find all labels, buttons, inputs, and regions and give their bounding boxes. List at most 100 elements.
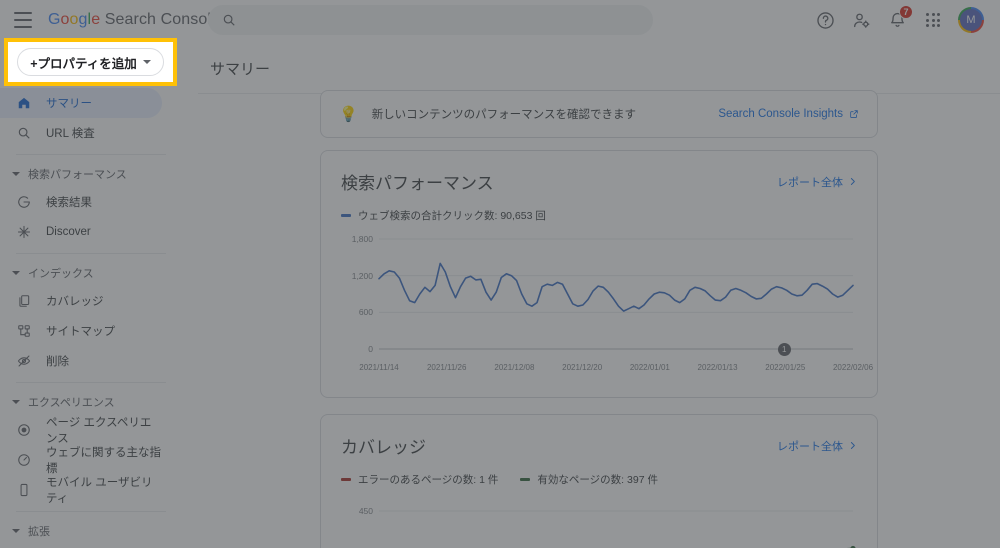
sidebar-item-sitemaps[interactable]: サイトマップ <box>0 316 162 346</box>
add-property-highlight: +プロパティを追加 <box>4 38 177 86</box>
sidebar: +プロパティを追加 サマリー URL 検査 検索パフォーマンス <box>0 40 180 548</box>
sidebar-item-label: カバレッジ <box>46 296 104 308</box>
mobile-icon <box>16 482 32 498</box>
insights-banner: 💡 新しいコンテンツのパフォーマンスを確認できます Search Console… <box>320 90 878 138</box>
add-property-label: +プロパティを追加 <box>30 56 137 71</box>
search-input[interactable] <box>246 13 626 27</box>
home-icon <box>16 95 32 111</box>
sidebar-item-label: 削除 <box>46 356 69 368</box>
sidebar-section-experience[interactable]: エクスペリエンス <box>0 389 180 415</box>
sidebar-item-label: 検索結果 <box>46 197 92 209</box>
sidebar-divider <box>16 253 166 254</box>
legend-item-errors: エラーのあるページの数: 1 件 <box>341 472 498 487</box>
help-icon[interactable] <box>814 9 836 31</box>
brand-letter: e <box>91 11 101 28</box>
discover-icon <box>16 224 32 240</box>
legend-swatch <box>341 478 351 481</box>
main-content: サマリー 💡 新しいコンテンツのパフォーマンスを確認できます Search Co… <box>180 40 1000 548</box>
sidebar-item-label: ページ エクスペリエンス <box>46 417 152 445</box>
coverage-report-link[interactable]: レポート全体 <box>777 438 857 454</box>
sidebar-divider <box>16 154 166 155</box>
card-title: カバレッジ <box>341 438 426 457</box>
sidebar-section-label: インデックス <box>28 268 94 280</box>
sidebar-item-label: Discover <box>46 226 91 238</box>
sidebar-section-label: 拡張 <box>28 526 50 538</box>
sidebar-item-summary[interactable]: サマリー <box>0 88 162 118</box>
x-axis-tick: 2022/02/06 <box>832 363 874 372</box>
add-property-button-highlighted[interactable]: +プロパティを追加 <box>17 48 164 76</box>
account-settings-icon[interactable] <box>850 9 872 31</box>
lightbulb-icon: 💡 <box>339 106 358 123</box>
chevron-down-icon <box>12 529 20 533</box>
card-header: カバレッジ レポート全体 <box>341 433 857 458</box>
sidebar-section-search-performance[interactable]: 検索パフォーマンス <box>0 161 180 187</box>
app-header: Google Search Console 7 M <box>0 0 1000 40</box>
search-bar[interactable] <box>208 5 653 35</box>
legend-label: 有効なページの数: 397 件 <box>537 474 658 486</box>
report-link-label: レポート全体 <box>777 176 843 189</box>
sidebar-item-page-experience[interactable]: ページ エクスペリエンス <box>0 415 162 445</box>
chevron-down-icon <box>12 271 20 275</box>
x-axis-tick: 2021/12/20 <box>562 363 603 372</box>
chevron-right-icon <box>850 178 855 185</box>
app-root: Google Search Console 7 M サマリー URL 検査 検索… <box>0 0 1000 548</box>
y-axis-tick: 450 <box>358 506 373 516</box>
sidebar-divider <box>16 382 166 383</box>
header-icon-group: 7 M <box>814 0 992 40</box>
chart-annotation-marker[interactable]: 1 <box>777 342 791 356</box>
search-console-insights-link[interactable]: Search Console Insights <box>718 108 859 120</box>
sidebar-item-removals[interactable]: 削除 <box>0 346 162 376</box>
insights-link-label: Search Console Insights <box>718 108 843 120</box>
brand-suffix: Search Console <box>100 11 220 28</box>
sidebar-item-breadcrumbs[interactable]: パンくずリスト <box>0 544 162 548</box>
x-axis-tick: 2022/01/13 <box>697 363 738 372</box>
y-axis-tick: 600 <box>358 307 373 318</box>
brand-letter: o <box>60 11 70 28</box>
brand-letter: G <box>48 11 61 28</box>
x-axis-tick: 2021/11/14 <box>359 363 399 372</box>
sitemap-icon <box>16 323 32 339</box>
y-axis-tick: 1,200 <box>351 270 373 281</box>
hidden-eye-icon <box>16 353 32 369</box>
legend-item-valid: 有効なページの数: 397 件 <box>520 472 658 487</box>
legend-label: ウェブ検索の合計クリック数: 90,653 回 <box>358 210 546 222</box>
search-icon <box>16 125 32 141</box>
target-icon <box>16 422 32 438</box>
notifications-icon[interactable]: 7 <box>886 5 913 31</box>
legend-swatch <box>520 478 531 481</box>
coverage-card: カバレッジ レポート全体 エラーのあるページの数: 1 件 有効なページの数: … <box>320 414 878 548</box>
performance-legend: ウェブ検索の合計クリック数: 90,653 回 <box>341 208 857 223</box>
performance-report-link[interactable]: レポート全体 <box>777 174 857 190</box>
sidebar-item-core-web-vitals[interactable]: ウェブに関する主な指標 <box>0 445 162 475</box>
coverage-chart[interactable]: 300450 <box>341 497 857 548</box>
sidebar-item-label: サマリー <box>46 98 92 110</box>
sidebar-item-label: モバイル ユーザビリティ <box>46 477 153 505</box>
pages-icon <box>16 293 32 309</box>
sidebar-item-search-results[interactable]: 検索結果 <box>0 187 162 217</box>
report-link-label: レポート全体 <box>777 440 843 453</box>
sidebar-item-coverage[interactable]: カバレッジ <box>0 286 162 316</box>
search-performance-card: 検索パフォーマンス レポート全体 ウェブ検索の合計クリック数: 90,653 回… <box>320 150 878 398</box>
sidebar-section-enhancements[interactable]: 拡張 <box>0 518 180 544</box>
chevron-right-icon <box>850 442 855 449</box>
search-icon <box>223 14 235 26</box>
avatar[interactable]: M <box>958 7 984 33</box>
menu-icon[interactable] <box>14 12 34 28</box>
chevron-down-icon <box>142 60 151 64</box>
sidebar-item-url-inspection[interactable]: URL 検査 <box>0 118 162 148</box>
x-axis-tick: 2022/01/25 <box>765 363 806 372</box>
x-axis-tick: 2021/11/26 <box>426 363 467 372</box>
brand-letter: o <box>69 11 79 28</box>
sidebar-item-discover[interactable]: Discover <box>0 217 162 247</box>
legend-swatch <box>341 214 351 217</box>
sidebar-section-label: 検索パフォーマンス <box>28 169 127 181</box>
external-link-icon <box>850 110 858 118</box>
apps-grid-icon[interactable] <box>922 9 944 31</box>
x-axis-tick: 2022/01/01 <box>629 363 670 372</box>
y-axis-tick: 1,800 <box>351 234 373 244</box>
coverage-legend: エラーのあるページの数: 1 件 有効なページの数: 397 件 <box>341 472 857 487</box>
notification-badge: 7 <box>899 5 913 19</box>
sidebar-section-index[interactable]: インデックス <box>0 260 180 286</box>
sidebar-item-mobile-usability[interactable]: モバイル ユーザビリティ <box>0 475 162 505</box>
performance-chart[interactable]: 0 600 1,200 1,800 2021/11/14 2021/11/26 2021/1… <box>341 233 873 383</box>
